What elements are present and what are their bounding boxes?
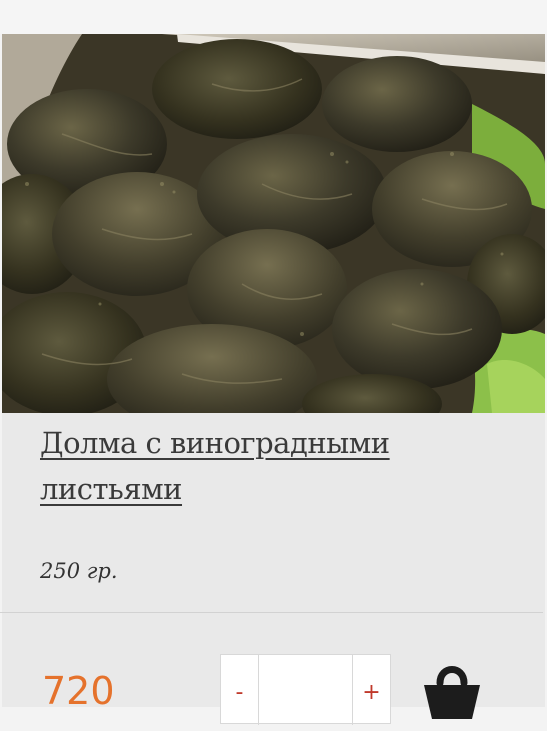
quantity-stepper: - +	[220, 654, 391, 725]
divider	[0, 612, 543, 613]
product-card	[2, 34, 545, 707]
add-to-cart-button[interactable]	[420, 657, 484, 721]
product-price: 720	[42, 669, 115, 713]
quantity-input[interactable]	[259, 655, 352, 723]
shopping-basket-icon	[424, 666, 480, 719]
page-top-strip	[0, 0, 547, 34]
product-weight: 250 гр.	[40, 559, 118, 583]
product-title-link[interactable]: Долма с виноградными листьями	[40, 420, 500, 512]
product-image[interactable]	[2, 34, 545, 413]
increase-button[interactable]: +	[352, 655, 390, 725]
decrease-button[interactable]: -	[221, 655, 259, 725]
